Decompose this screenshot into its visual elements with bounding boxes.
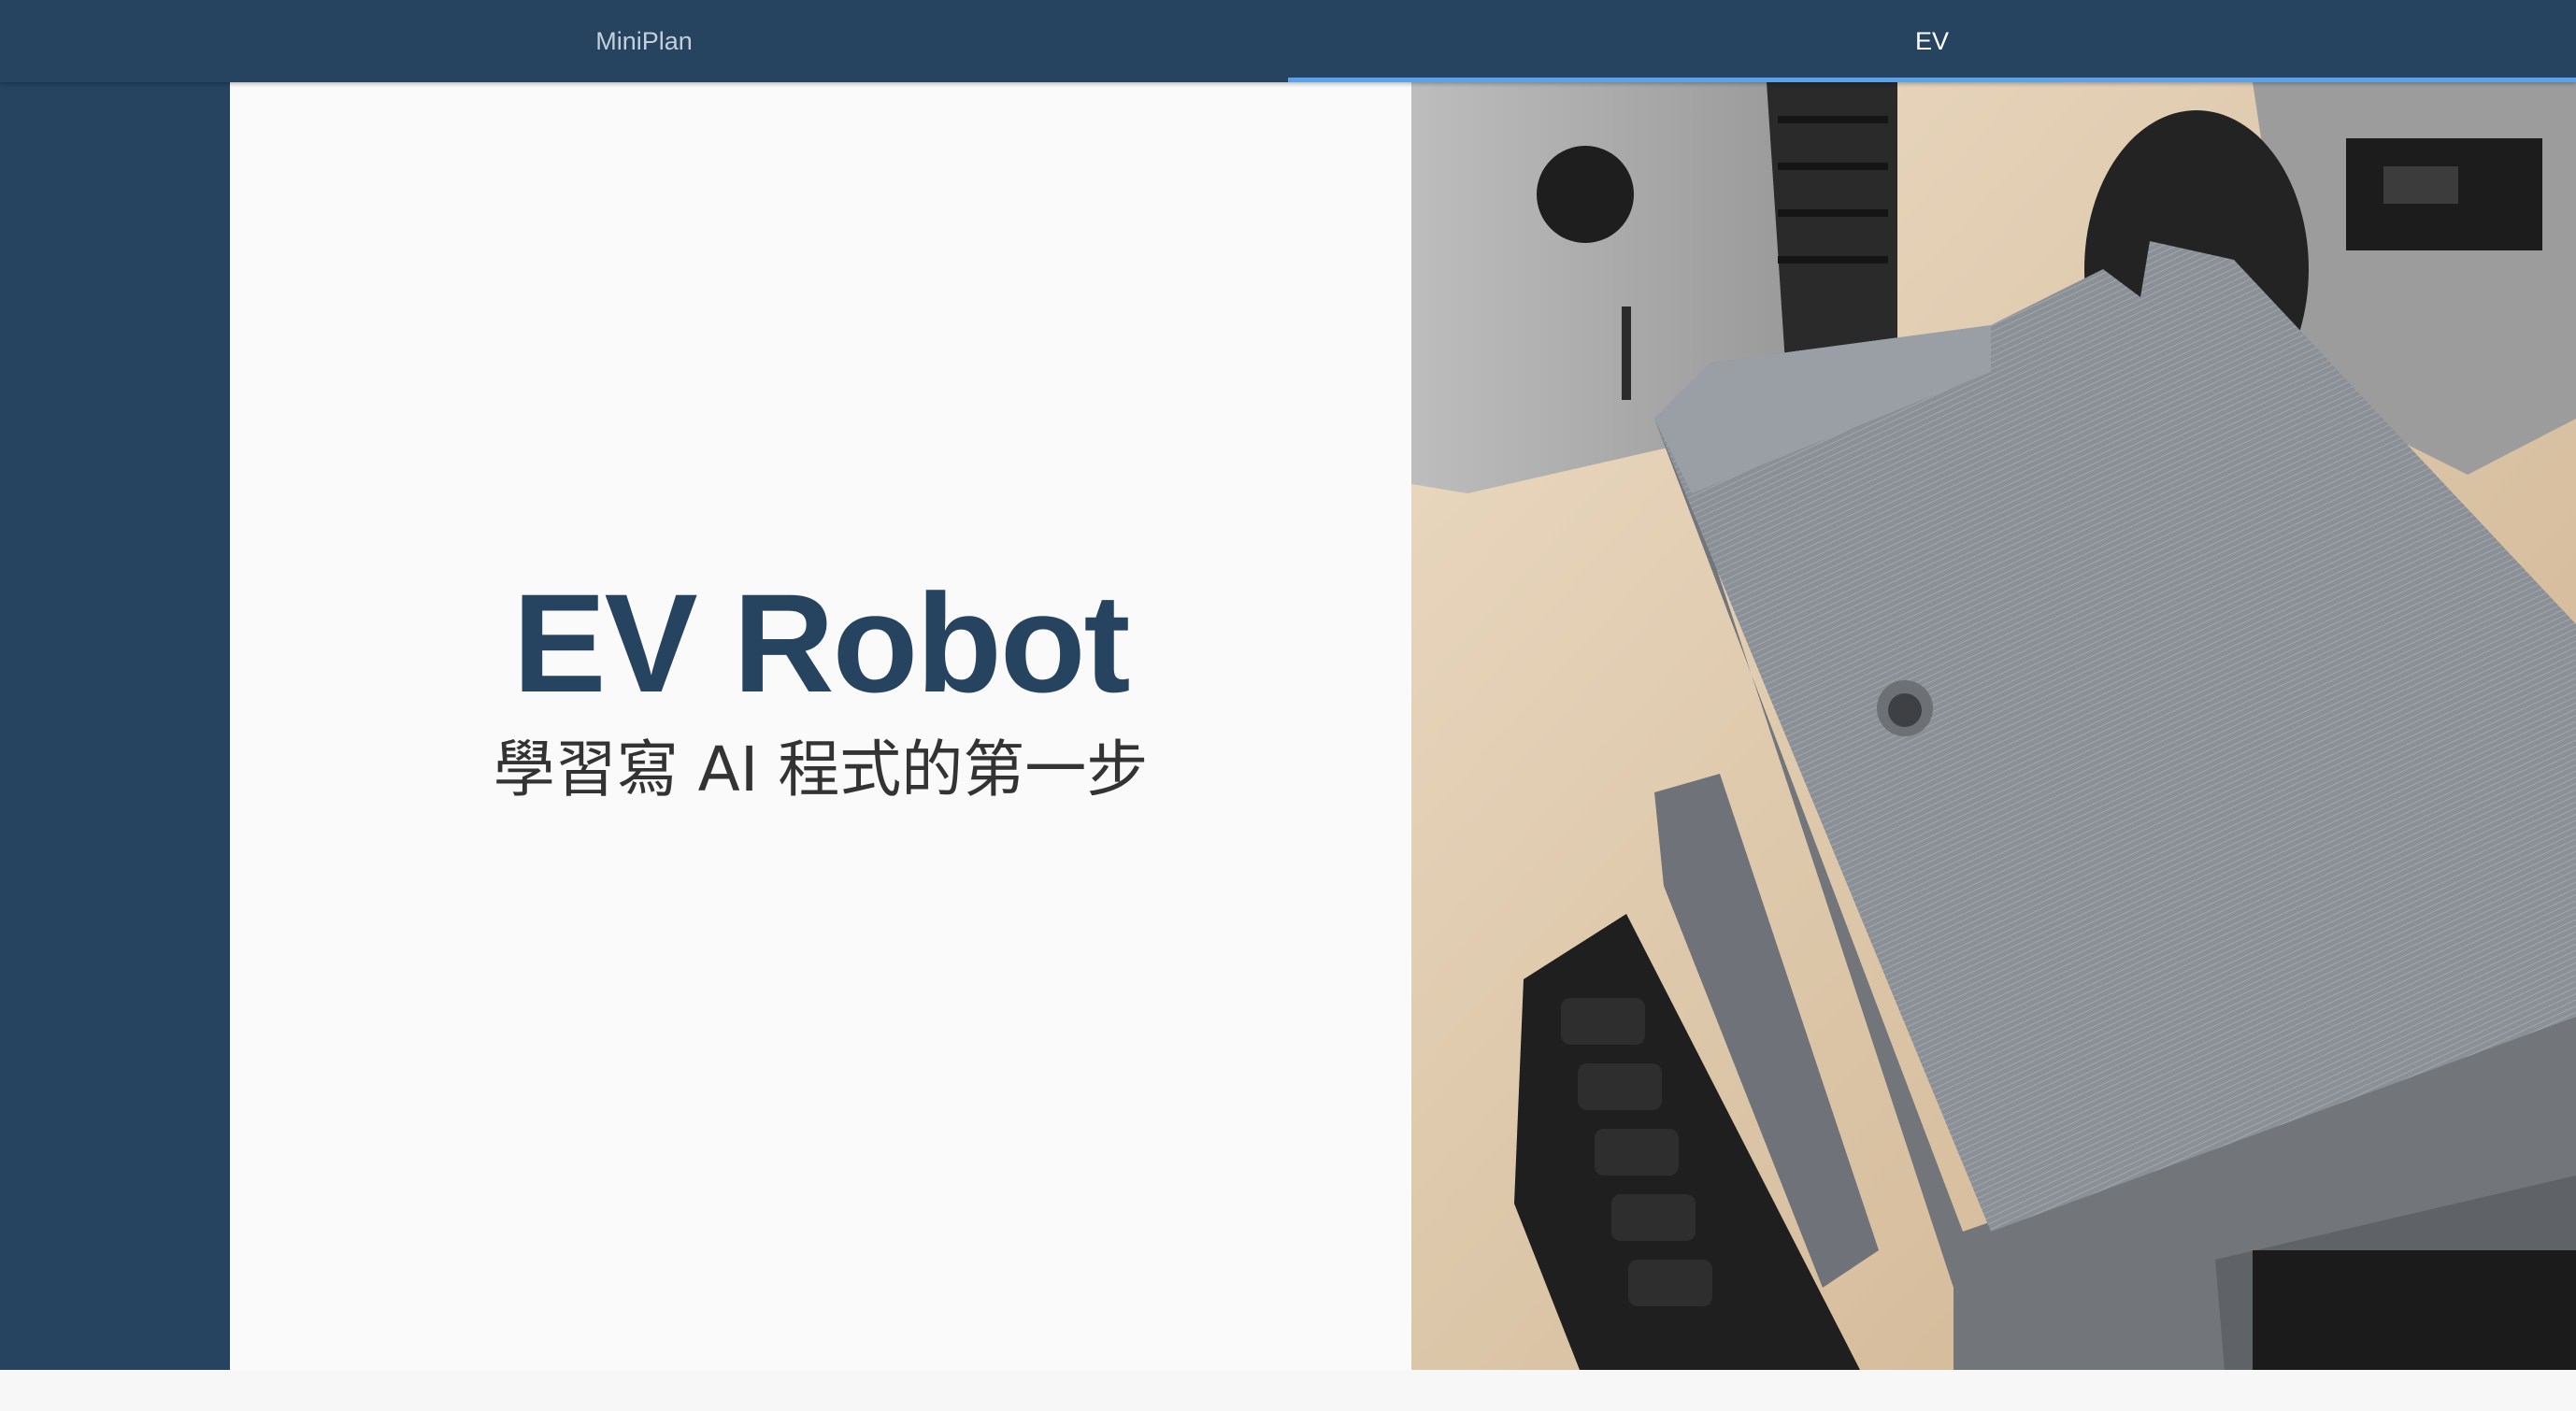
tab-bar: MiniPlan EV [0, 0, 2576, 82]
tab-miniplan[interactable]: MiniPlan [0, 0, 1288, 82]
bottom-strip [0, 1370, 2576, 1411]
sidebar [0, 82, 230, 1370]
slide-subtitle: 學習寫 AI 程式的第一步 [493, 734, 1149, 805]
slide: EV Robot 學習寫 AI 程式的第一步 [230, 82, 2576, 1370]
slide-text-panel: EV Robot 學習寫 AI 程式的第一步 [230, 82, 1411, 1370]
slide-title: EV Robot [512, 564, 1131, 721]
robot-photo-icon [1411, 82, 2576, 1370]
robot-photo [1411, 82, 2576, 1370]
tab-ev[interactable]: EV [1288, 0, 2576, 82]
